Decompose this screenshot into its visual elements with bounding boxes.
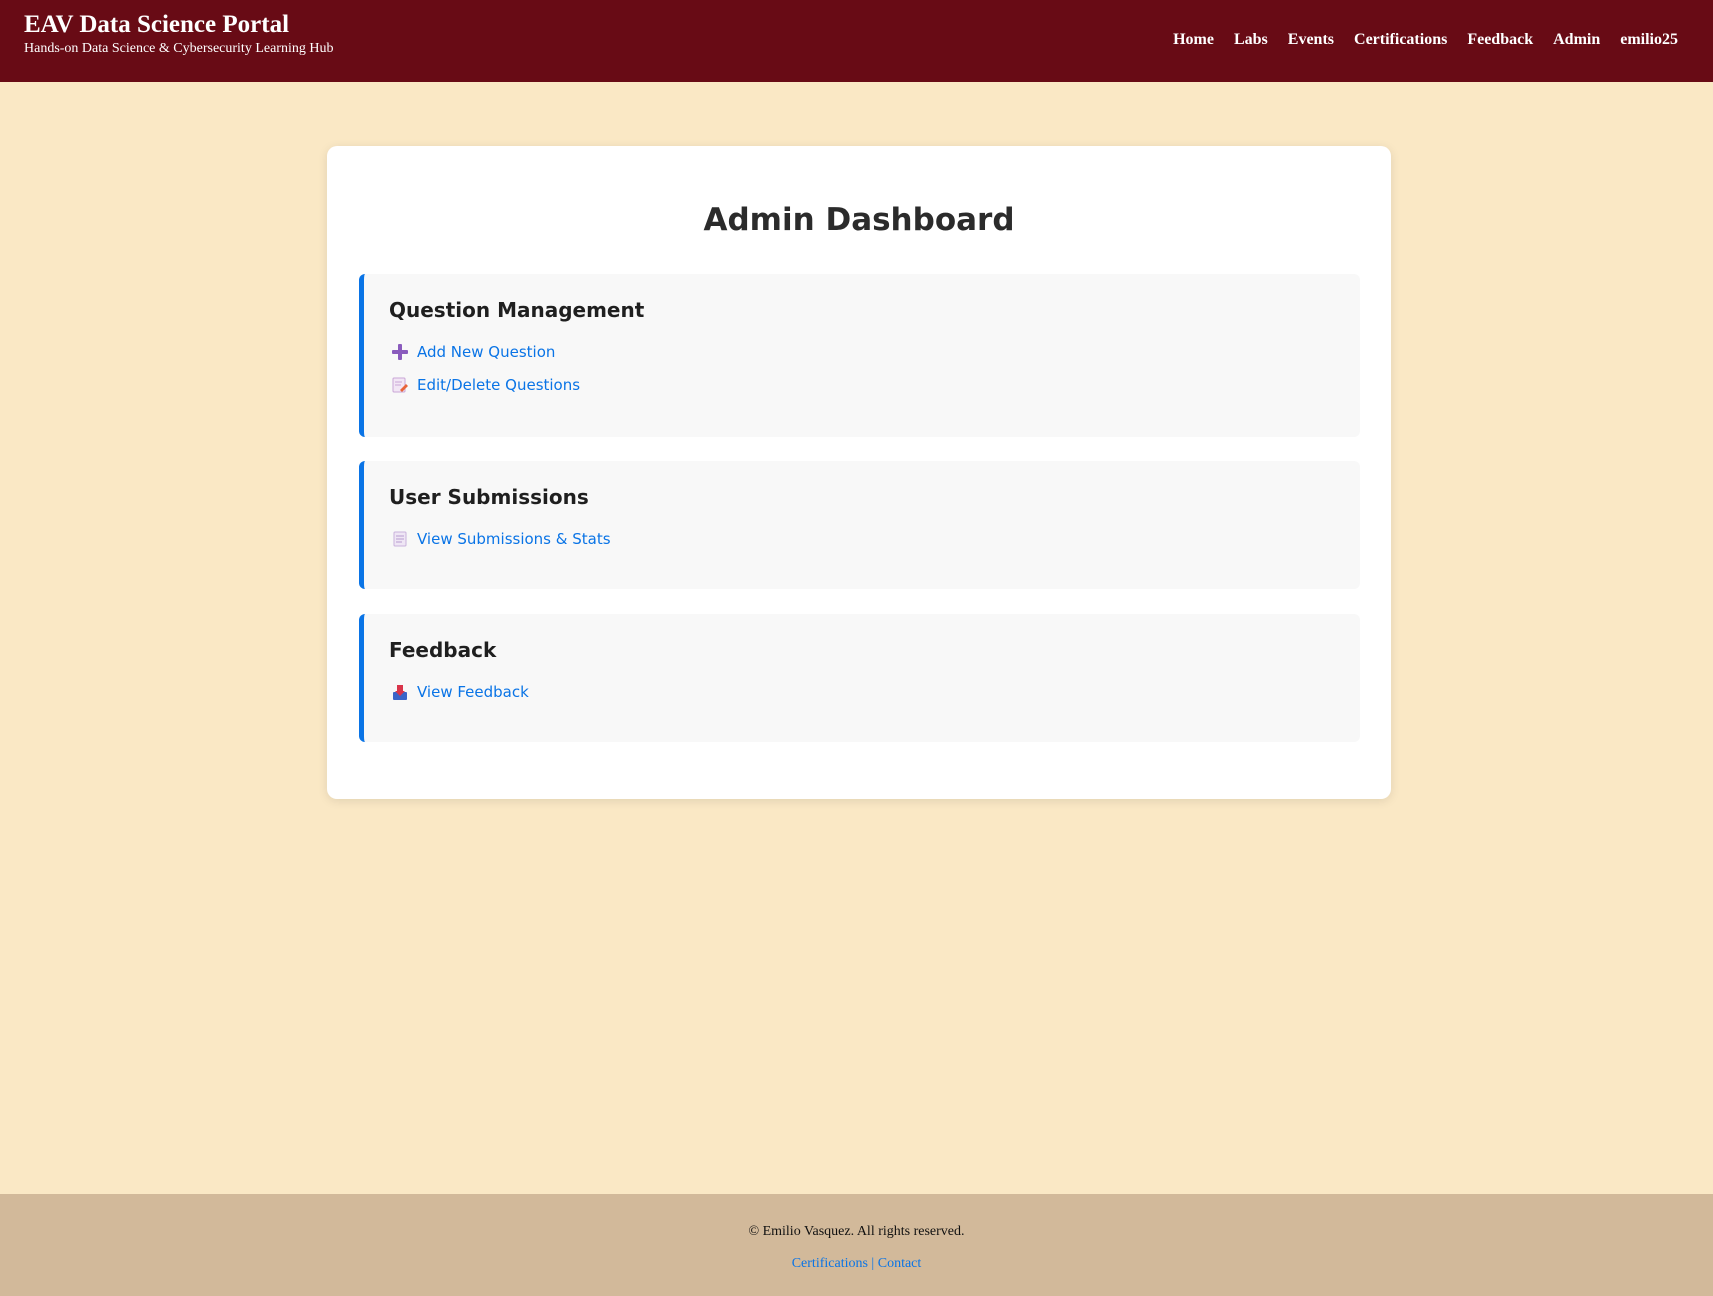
site-subtitle: Hands-on Data Science & Cybersecurity Le… xyxy=(24,41,334,56)
page-title: Admin Dashboard xyxy=(703,202,1015,238)
view-feedback-link-row[interactable]: View Feedback xyxy=(391,683,529,701)
nav-certifications[interactable]: Certifications xyxy=(1354,30,1447,50)
footer-links: Certifications | Contact xyxy=(0,1256,1713,1272)
view-feedback-link[interactable]: View Feedback xyxy=(417,683,529,701)
section-heading: Feedback xyxy=(389,638,497,662)
section-feedback: Feedback View Feedback xyxy=(359,614,1360,742)
inbox-icon xyxy=(391,683,409,701)
edit-questions-link-row[interactable]: Edit/Delete Questions xyxy=(391,376,580,394)
footer-link-certifications[interactable]: Certifications xyxy=(792,1256,868,1271)
plus-icon xyxy=(391,343,409,361)
footer-separator: | xyxy=(871,1256,875,1271)
footer-link-contact[interactable]: Contact xyxy=(878,1256,922,1271)
admin-dashboard-card: Admin Dashboard Question Management Add … xyxy=(327,146,1391,799)
section-heading: User Submissions xyxy=(389,485,589,509)
nav-admin[interactable]: Admin xyxy=(1553,30,1600,50)
section-user-submissions: User Submissions View Submissions & Stat… xyxy=(359,461,1360,589)
add-new-question-link[interactable]: Add New Question xyxy=(417,343,555,361)
copyright-text: © Emilio Vasquez. All rights reserved. xyxy=(748,1224,965,1239)
main-nav: Home Labs Events Certifications Feedback… xyxy=(1173,30,1678,50)
nav-feedback[interactable]: Feedback xyxy=(1467,30,1533,50)
edit-delete-questions-link[interactable]: Edit/Delete Questions xyxy=(417,376,580,394)
site-title[interactable]: EAV Data Science Portal xyxy=(24,10,333,40)
edit-icon xyxy=(391,376,409,394)
nav-labs[interactable]: Labs xyxy=(1234,30,1268,50)
brand: EAV Data Science Portal Hands-on Data Sc… xyxy=(24,10,333,57)
section-question-management: Question Management Add New Question Edi… xyxy=(359,274,1360,437)
document-icon xyxy=(391,530,409,548)
nav-events[interactable]: Events xyxy=(1288,30,1334,50)
view-submissions-link-row[interactable]: View Submissions & Stats xyxy=(391,530,611,548)
add-question-link-row[interactable]: Add New Question xyxy=(391,343,555,361)
site-footer: © Emilio Vasquez. All rights reserved. C… xyxy=(0,1194,1713,1296)
view-submissions-stats-link[interactable]: View Submissions & Stats xyxy=(417,530,611,548)
site-header: EAV Data Science Portal Hands-on Data Sc… xyxy=(0,0,1713,82)
section-heading: Question Management xyxy=(389,298,645,322)
nav-user-account[interactable]: emilio25 xyxy=(1620,30,1678,50)
nav-home[interactable]: Home xyxy=(1173,30,1214,50)
